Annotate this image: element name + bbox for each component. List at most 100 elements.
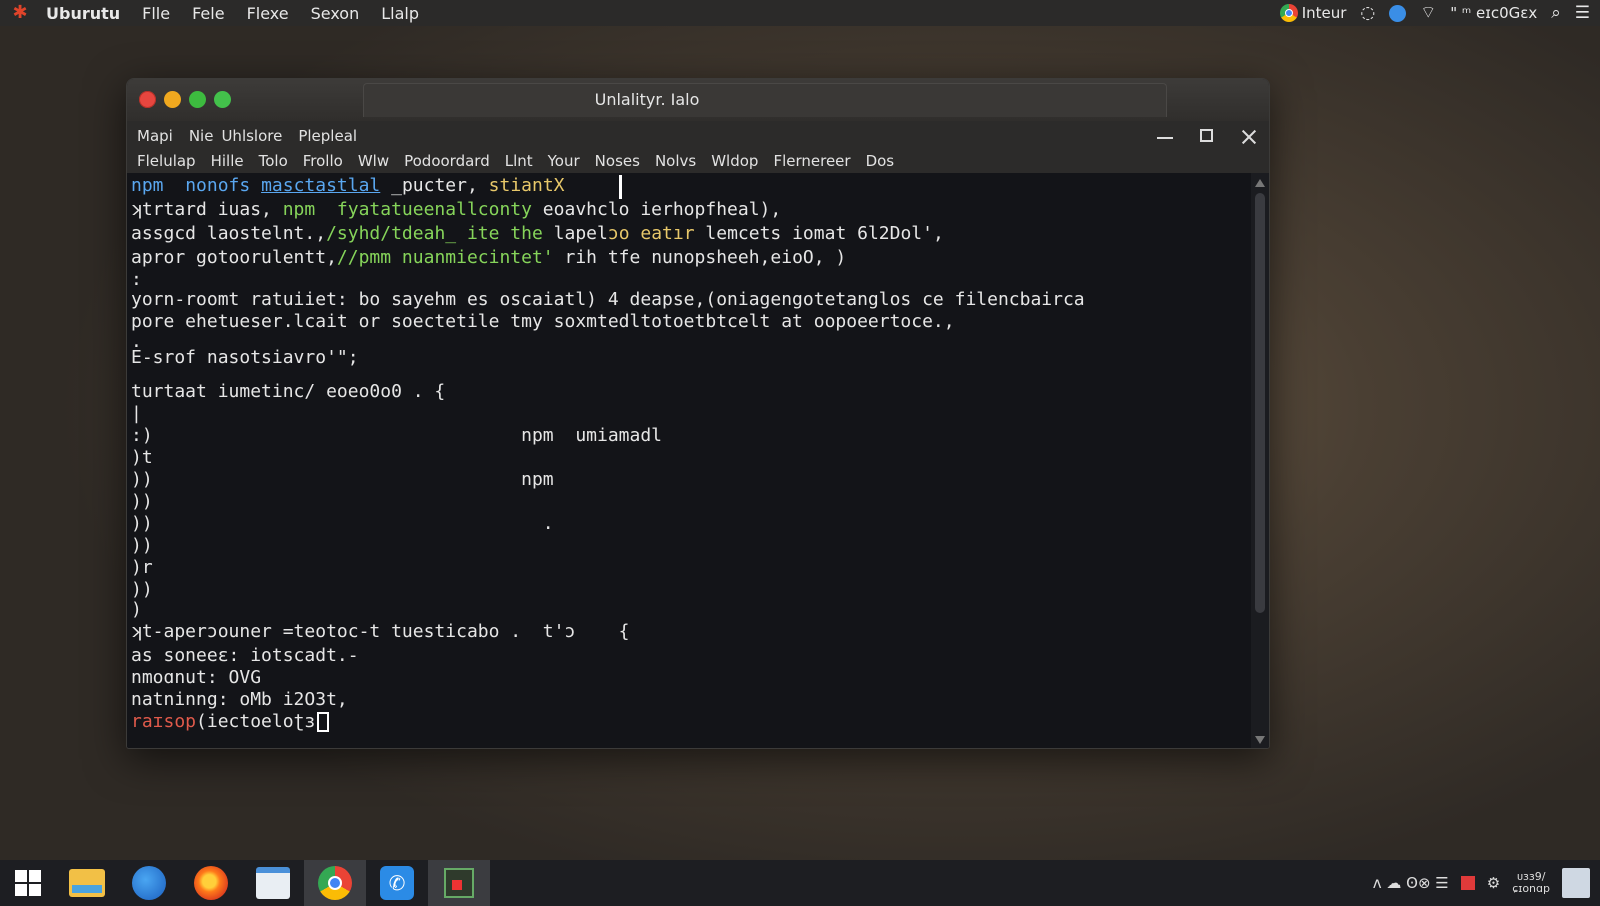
extra-dot-icon[interactable] xyxy=(214,91,231,108)
menu-item-llnt[interactable]: Llnt xyxy=(505,152,533,170)
taskbar-file-explorer[interactable] xyxy=(56,860,118,906)
terminal-output[interactable]: npm nonofs masctastlal _pucter, stiantX ʞ… xyxy=(127,173,1253,748)
firefox-icon xyxy=(194,866,228,900)
top-menu-item-2[interactable]: Fele xyxy=(192,4,224,23)
browser-icon[interactable] xyxy=(1279,4,1298,22)
terminal-line: )) . xyxy=(131,513,554,535)
distro-logo-icon[interactable]: ✱ xyxy=(10,3,30,23)
browser-label[interactable]: Inteur xyxy=(1302,4,1347,22)
terminal-text-segment: /syhd/tdeah_ ite the xyxy=(326,223,543,244)
zoom-dot-icon[interactable] xyxy=(189,91,206,108)
terminal-text-segment: natninng: oMb i2O3t, xyxy=(131,689,348,710)
chat-bubble-icon[interactable]: ◌ xyxy=(1360,0,1375,26)
menu-item-frollo[interactable]: Frollo xyxy=(303,152,343,170)
terminal-app-icon xyxy=(444,868,474,898)
top-tray: Inteur ◌ ⌔ " ᵐ eɪc0Gɛx ⌕ ☰ xyxy=(1279,0,1590,26)
network-icon[interactable]: ⚙ xyxy=(1487,874,1500,892)
terminal-line: assgcd laostelnt.,/syhd/tdeah_ ite the l… xyxy=(131,223,944,245)
close-icon[interactable] xyxy=(1239,127,1259,147)
terminal-scrollbar[interactable] xyxy=(1251,173,1269,748)
clock[interactable]: ᴜɜɜ9/ ɕɪᴏnɑp xyxy=(1512,871,1550,895)
terminal-text-segment: stiantX xyxy=(488,175,565,196)
menu-item-hille[interactable]: Hille xyxy=(211,152,244,170)
terminal-text-segment: eoavhclo ierhopfheal), xyxy=(531,199,782,220)
system-tray: ᴧ ☁ Ꙩ⊗ ☰ ⚙ ᴜɜɜ9/ ɕɪᴏnɑp xyxy=(1373,860,1590,906)
start-button[interactable] xyxy=(0,860,56,906)
taskbar-phone[interactable] xyxy=(366,860,428,906)
terminal-text-segment: ʞtrtard iuas, xyxy=(131,199,283,220)
menu-row-primary: Mapi Nie Uhlslore Plepleal xyxy=(137,127,357,145)
terminal-line: raɪsop(iectoeloʈɜ xyxy=(131,711,330,733)
terminal-line: nmoɑnut: OVG xyxy=(131,667,261,689)
menu-item-nolvs[interactable]: Nolvs xyxy=(655,152,696,170)
menu-item-wldop[interactable]: Wldop xyxy=(711,152,758,170)
taskbar-document[interactable] xyxy=(242,860,304,906)
terminal-block-cursor xyxy=(317,712,330,732)
window-titlebar[interactable]: Unlalityr. Ialo xyxy=(127,79,1269,121)
wifi-icon[interactable]: ⌔ xyxy=(1420,0,1436,26)
search-icon[interactable]: ⌕ xyxy=(1551,0,1561,26)
terminal-text-segment: lemcets iomat 6l2Dol', xyxy=(694,223,944,244)
scroll-up-arrow-icon[interactable] xyxy=(1255,179,1265,187)
taskbar-edge[interactable] xyxy=(118,860,180,906)
hamburger-menu-icon[interactable]: ☰ xyxy=(1575,0,1590,26)
top-menu-item-1[interactable]: Flle xyxy=(142,4,170,23)
menu-item-your[interactable]: Your xyxy=(548,152,580,170)
terminal-text-segment: apror gotoorulentt, xyxy=(131,247,337,268)
terminal-line: turtaat iumetinc/ eoeo0o0 . { xyxy=(131,381,445,403)
account-icon[interactable] xyxy=(1389,4,1407,22)
window-controls xyxy=(1155,127,1259,147)
menu-row-secondary: Flelulap Hille Tolo Frollo Wlw Podoordar… xyxy=(137,152,894,170)
taskbar-terminal-app[interactable] xyxy=(428,860,490,906)
terminal-line: apror gotoorulentt,//pmm nuanmiecintet' … xyxy=(131,247,846,269)
terminal-text-segment: as soneeɛ: iotscadt.- xyxy=(131,645,359,666)
terminal-line: )) xyxy=(131,491,153,513)
close-dot-icon[interactable] xyxy=(139,91,156,108)
notification-center-icon[interactable] xyxy=(1562,868,1590,898)
terminal-line: )t xyxy=(131,447,153,469)
top-menu-item-5[interactable]: Llalp xyxy=(381,4,419,23)
terminal-text-segment: masctastlal xyxy=(261,175,381,196)
scroll-down-arrow-icon[interactable] xyxy=(1255,736,1265,744)
terminal-text-segment: rih tfe nunopsheeh,eioO, ) xyxy=(553,247,847,268)
taskbar: ᴧ ☁ Ꙩ⊗ ☰ ⚙ ᴜɜɜ9/ ɕɪᴏnɑp xyxy=(0,860,1600,906)
terminal-line: as soneeɛ: iotscadt.- xyxy=(131,645,359,667)
menu-item-plepleal[interactable]: Plepleal xyxy=(298,127,357,145)
menu-item-flernereer[interactable]: Flernereer xyxy=(773,152,850,170)
menu-item-mapi[interactable]: Mapi xyxy=(137,127,173,145)
app-name[interactable]: Uburutu xyxy=(46,4,120,23)
security-icon[interactable] xyxy=(1460,876,1475,890)
minimize-icon[interactable] xyxy=(1155,127,1175,147)
scrollbar-thumb[interactable] xyxy=(1255,193,1265,613)
document-icon xyxy=(256,867,290,899)
minimize-dot-icon[interactable] xyxy=(164,91,181,108)
terminal-line: )) xyxy=(131,535,153,557)
menu-item-tolo[interactable]: Tolo xyxy=(259,152,288,170)
terminal-text-segment: turtaat iumetinc/ eoeo0o0 . { xyxy=(131,381,446,402)
terminal-text-segment: :) npm umiamadl xyxy=(131,425,663,446)
edge-browser-icon xyxy=(132,866,166,900)
taskbar-firefox[interactable] xyxy=(180,860,242,906)
terminal-text-segment: pore ehetueser.lcait or soectetile tmy s… xyxy=(131,311,955,332)
menu-item-podoordard[interactable]: Podoordard xyxy=(404,152,490,170)
menu-item-uhlslore[interactable]: Uhlslore xyxy=(221,127,282,145)
maximize-icon[interactable] xyxy=(1197,127,1217,147)
top-menu-item-3[interactable]: Flexe xyxy=(247,4,289,23)
tray-icons[interactable]: ᴧ ☁ Ꙩ⊗ ☰ xyxy=(1373,874,1449,892)
menu-item-wlw[interactable]: Wlw xyxy=(358,152,389,170)
terminal-text-segment: (iectoeloʈɜ xyxy=(196,711,316,732)
terminal-text-segment: )) xyxy=(131,579,153,600)
terminal-text-segment: ʞt-aperɔouner =teotoc-t tuesticabo . t'ɔ… xyxy=(131,621,630,642)
traffic-lights xyxy=(139,91,231,108)
menu-item-dos[interactable]: Dos xyxy=(866,152,895,170)
terminal-text-segment: npm fyatatueenallconty xyxy=(282,199,532,220)
terminal-text-segment: : xyxy=(131,269,142,290)
terminal-line: | xyxy=(131,403,142,425)
terminal-text-segment: )) xyxy=(131,491,153,512)
taskbar-chrome[interactable] xyxy=(304,860,366,906)
menu-item-nie[interactable]: Nie xyxy=(189,127,214,145)
top-menu-item-4[interactable]: Sexon xyxy=(311,4,360,23)
menu-item-flelulap[interactable]: Flelulap xyxy=(137,152,196,170)
terminal-line: ) xyxy=(131,599,142,621)
menu-item-noses[interactable]: Noses xyxy=(595,152,640,170)
